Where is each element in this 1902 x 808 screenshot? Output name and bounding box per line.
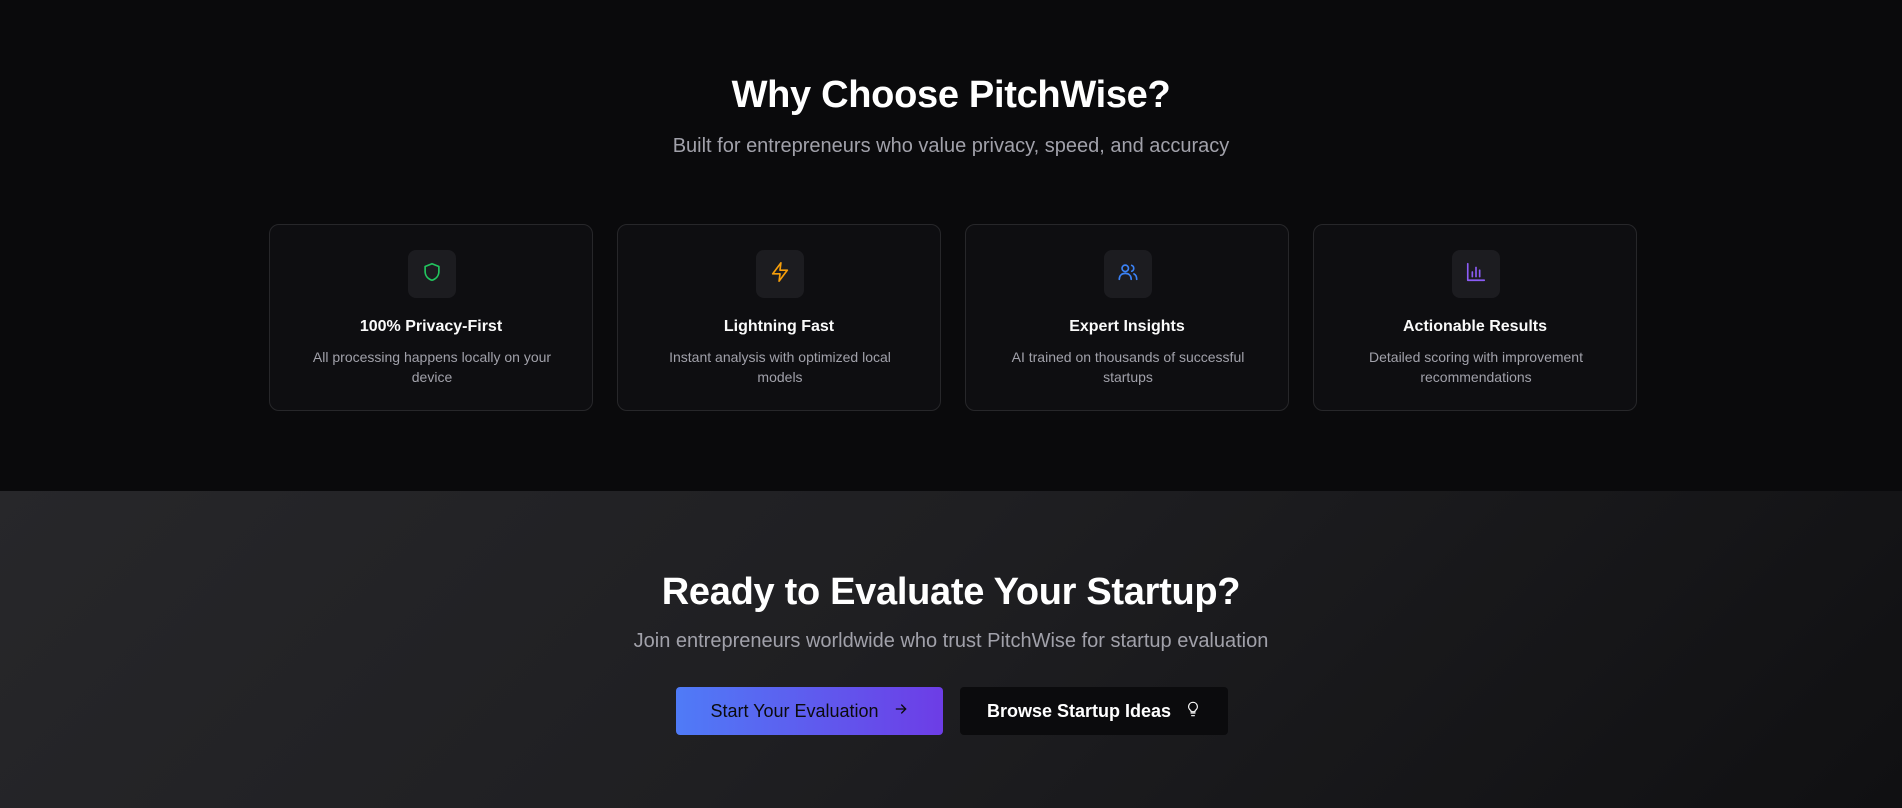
- cta-subtitle: Join entrepreneurs worldwide who trust P…: [633, 630, 1269, 652]
- feature-card-insights: Expert Insights AI trained on thousands …: [965, 224, 1289, 411]
- shield-icon: [421, 261, 443, 288]
- start-evaluation-label: Start Your Evaluation: [710, 700, 879, 721]
- lightbulb-icon: [1185, 701, 1201, 722]
- feature-description: All processing happens locally on your d…: [312, 349, 552, 385]
- arrow-right-icon: [893, 701, 909, 722]
- feature-icon-box: [756, 250, 804, 298]
- feature-title: Expert Insights: [1069, 318, 1185, 335]
- feature-title: 100% Privacy-First: [359, 318, 503, 335]
- feature-card-privacy: 100% Privacy-First All processing happen…: [269, 224, 593, 411]
- zap-icon: [769, 261, 791, 288]
- why-choose-section: Why Choose PitchWise? Built for entrepre…: [0, 0, 1902, 491]
- feature-card-results: Actionable Results Detailed scoring with…: [1313, 224, 1637, 411]
- users-icon: [1117, 261, 1139, 288]
- why-choose-subtitle: Built for entrepreneurs who value privac…: [672, 135, 1230, 157]
- feature-icon-box: [1452, 250, 1500, 298]
- feature-card-speed: Lightning Fast Instant analysis with opt…: [617, 224, 941, 411]
- why-choose-title: Why Choose PitchWise?: [731, 74, 1171, 116]
- feature-title: Actionable Results: [1402, 318, 1548, 335]
- cta-section: Ready to Evaluate Your Startup? Join ent…: [0, 491, 1902, 808]
- feature-description: AI trained on thousands of successful st…: [1011, 349, 1245, 385]
- bar-chart-icon: [1465, 261, 1487, 288]
- feature-description: Detailed scoring with improvement recomm…: [1369, 349, 1583, 385]
- browse-startup-ideas-button[interactable]: Browse Startup Ideas: [960, 687, 1228, 735]
- feature-description: Instant analysis with optimized local mo…: [669, 349, 891, 385]
- browse-startup-ideas-label: Browse Startup Ideas: [986, 700, 1172, 721]
- feature-icon-box: [408, 250, 456, 298]
- feature-title: Lightning Fast: [723, 318, 835, 335]
- cta-title: Ready to Evaluate Your Startup?: [661, 571, 1241, 613]
- start-evaluation-button[interactable]: Start Your Evaluation: [676, 687, 943, 735]
- feature-icon-box: [1104, 250, 1152, 298]
- feature-cards: 100% Privacy-First All processing happen…: [269, 224, 1637, 411]
